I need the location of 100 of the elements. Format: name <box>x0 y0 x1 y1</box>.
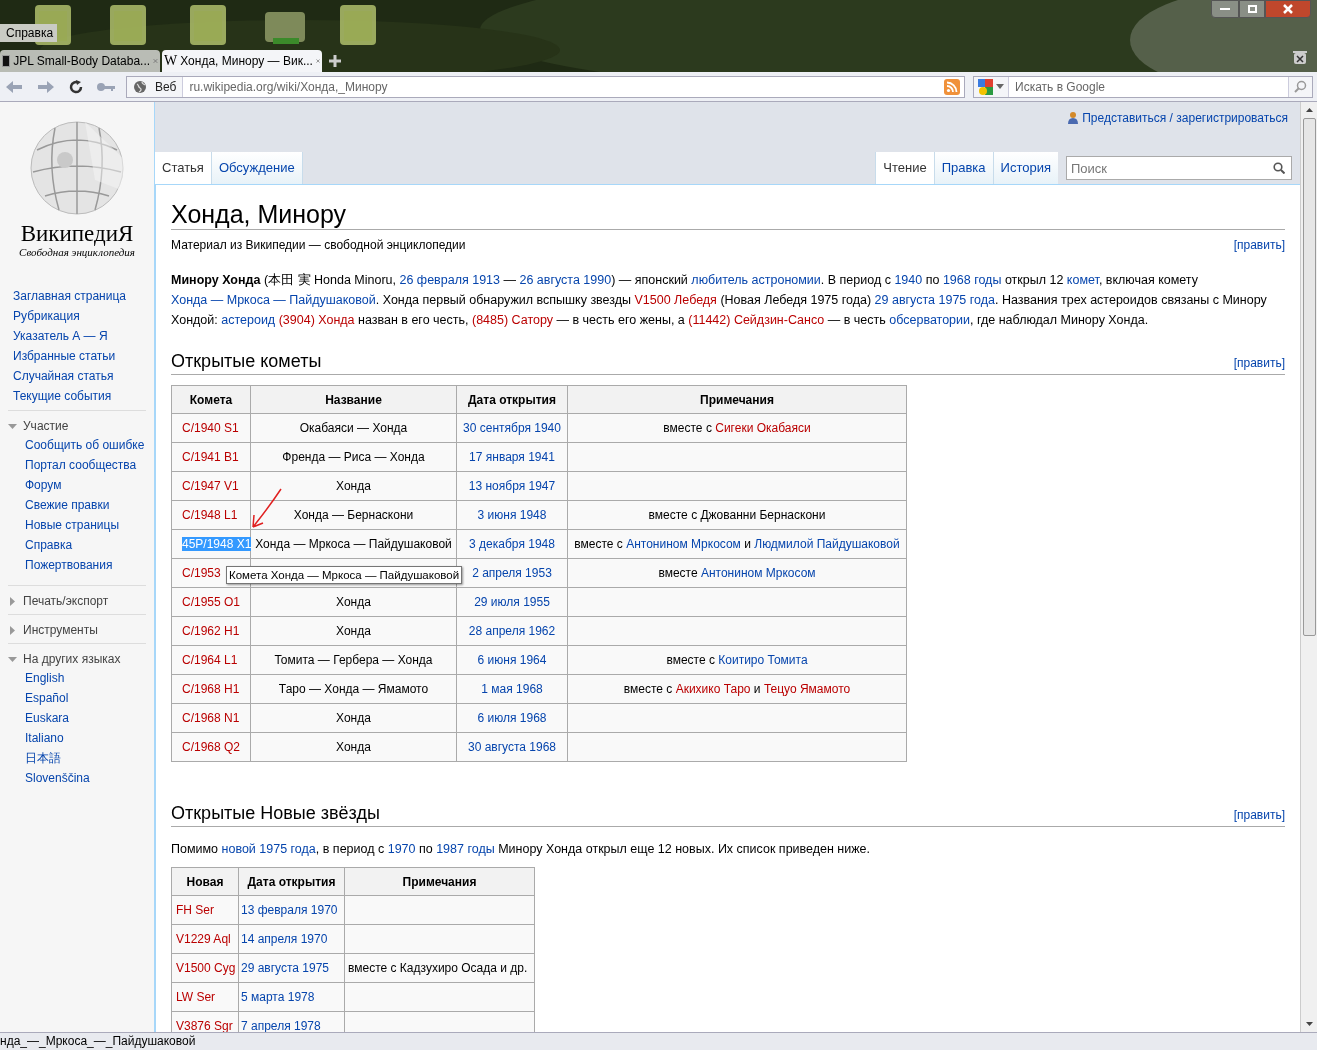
link[interactable]: 13 февраля 1970 <box>241 903 338 917</box>
search-icon[interactable] <box>1273 162 1285 174</box>
search-input[interactable]: Поиск <box>1067 157 1273 179</box>
scroll-down-icon[interactable] <box>1305 1022 1313 1026</box>
link[interactable]: 3 декабря 1948 <box>469 537 555 551</box>
link[interactable]: комет <box>1066 273 1099 287</box>
link[interactable]: 1987 годы <box>436 842 495 856</box>
link[interactable]: 3 июня 1948 <box>477 508 547 522</box>
link[interactable]: астероид <box>221 313 276 327</box>
link[interactable]: C/1968 Q2 <box>182 740 241 754</box>
link[interactable]: 1 мая 1968 <box>481 682 543 696</box>
sidebar-link[interactable]: Случайная статья <box>13 366 154 386</box>
link[interactable]: V1229 Aql <box>176 932 231 946</box>
link[interactable]: V1500 Cyg <box>176 961 236 975</box>
page-tab[interactable]: Статья <box>155 152 212 184</box>
link[interactable]: 29 июля 1955 <box>474 595 550 609</box>
link[interactable]: 17 января 1941 <box>469 450 555 464</box>
sidebar-link[interactable]: Новые страницы <box>25 515 146 535</box>
link[interactable]: C/1968 H1 <box>182 682 240 696</box>
link[interactable]: 14 апреля 1970 <box>241 932 328 946</box>
sidebar-link[interactable]: Рубрикация <box>13 306 154 326</box>
browser-tab[interactable]: JPL Small-Body Databa... <box>0 50 160 72</box>
sidebar-link[interactable]: Пожертвования <box>25 555 146 575</box>
link[interactable]: V3876 Sgr <box>176 1019 233 1032</box>
edit-link[interactable]: [править] <box>1233 354 1285 372</box>
link[interactable]: Акихико Таро <box>675 682 751 696</box>
portal-toggle[interactable]: Инструменты <box>8 621 146 639</box>
sidebar-link[interactable]: English <box>25 668 146 688</box>
sidebar-link[interactable]: Форум <box>25 475 146 495</box>
link[interactable]: C/1964 L1 <box>182 653 238 667</box>
maximize-button[interactable] <box>1239 0 1265 18</box>
scrollbar[interactable] <box>1300 102 1317 1032</box>
link[interactable]: Тецуо Ямамото <box>763 682 851 696</box>
sidebar-link[interactable]: Справка <box>25 535 146 555</box>
link[interactable]: C/1955 O1 <box>182 595 241 609</box>
link[interactable]: 1940 <box>894 273 923 287</box>
search-input[interactable]: Искать в Google <box>1009 76 1288 97</box>
link[interactable]: Хонда — Мркоса — Пайдушаковой <box>171 293 376 307</box>
sidebar-link[interactable]: Текущие события <box>13 386 154 406</box>
back-icon[interactable] <box>4 78 24 95</box>
link[interactable]: новой 1975 года <box>221 842 316 856</box>
link[interactable]: C/1953 <box>182 566 221 580</box>
link[interactable]: C/1948 L1 <box>182 508 238 522</box>
sidebar-link[interactable]: Заглавная страница <box>13 286 154 306</box>
link[interactable]: C/1941 B1 <box>182 450 239 464</box>
sidebar-link[interactable]: Портал сообщества <box>25 455 146 475</box>
link[interactable]: Антонином Мркосом <box>700 566 816 580</box>
scroll-thumb[interactable] <box>1302 118 1316 636</box>
link[interactable]: 5 марта 1978 <box>241 990 315 1004</box>
link[interactable]: (3904) Хонда <box>278 313 355 327</box>
sidebar-link[interactable]: Сообщить об ошибке <box>25 435 146 455</box>
minimize-button[interactable] <box>1211 0 1239 18</box>
page-tab[interactable]: История <box>992 152 1058 184</box>
link[interactable]: (11442) Сейдзин-Сансо <box>688 313 825 327</box>
login-link[interactable]: Представиться / зарегистрироваться <box>1082 109 1288 127</box>
sidebar-link[interactable]: Свежие правки <box>25 495 146 515</box>
trash-icon[interactable] <box>1293 50 1307 65</box>
link[interactable]: 1968 годы <box>942 273 1002 287</box>
sidebar-link[interactable]: Italiano <box>25 728 146 748</box>
reload-icon[interactable] <box>68 78 84 95</box>
link[interactable]: FH Ser <box>176 903 214 917</box>
sidebar-link[interactable]: Euskara <box>25 708 146 728</box>
forward-icon[interactable] <box>36 78 56 95</box>
dropdown-icon[interactable] <box>996 84 1004 89</box>
menu-item[interactable]: Справка <box>0 24 57 42</box>
sidebar-link[interactable]: Slovenščina <box>25 768 146 788</box>
link[interactable]: обсерватории <box>889 313 971 327</box>
browser-tab[interactable]: W Хонда, Минору — Вик... <box>162 50 322 72</box>
close-icon[interactable] <box>315 57 320 65</box>
link[interactable]: C/1962 H1 <box>182 624 240 638</box>
link[interactable]: LW Ser <box>176 990 216 1004</box>
link[interactable]: 7 апреля 1978 <box>241 1019 321 1032</box>
sidebar-link[interactable]: 日本語 <box>25 748 146 768</box>
link[interactable]: 26 августа 1990 <box>519 273 612 287</box>
link[interactable]: Антонином Мркосом <box>626 537 741 551</box>
link[interactable]: Людмилой Пайдушаковой <box>754 537 900 551</box>
close-button[interactable] <box>1265 0 1311 18</box>
edit-link[interactable]: [править] <box>1233 806 1285 824</box>
link[interactable]: 6 июля 1968 <box>477 711 547 725</box>
page-tab[interactable]: Чтение <box>875 152 934 184</box>
wiki-search-field[interactable]: Поиск <box>1066 156 1292 180</box>
link[interactable]: C/1947 V1 <box>182 479 239 493</box>
portal-toggle[interactable]: Печать/экспорт <box>8 592 146 610</box>
link[interactable]: (8485) Сатору <box>472 313 554 327</box>
sidebar-link[interactable]: Español <box>25 688 146 708</box>
link[interactable]: 1970 <box>387 842 416 856</box>
link[interactable]: 30 августа 1968 <box>467 740 556 754</box>
sidebar-link[interactable]: Избранные статьи <box>13 346 154 366</box>
google-icon[interactable] <box>978 78 994 95</box>
link[interactable]: 28 апреля 1962 <box>468 624 556 638</box>
link[interactable]: C/1968 N1 <box>182 711 240 725</box>
link[interactable]: V1500 Лебедя <box>634 293 717 307</box>
link[interactable]: Коитиро Томита <box>718 653 808 667</box>
search-field[interactable]: Искать в Google <box>973 75 1313 98</box>
portal-toggle[interactable]: Участие <box>8 417 146 435</box>
scroll-up-icon[interactable] <box>1305 108 1313 112</box>
plus-icon[interactable] <box>328 54 342 68</box>
page-tab[interactable]: Обсуждение <box>211 152 303 184</box>
link[interactable]: 29 августа 1975 <box>241 961 330 975</box>
link[interactable]: 29 августа 1975 года <box>874 293 995 307</box>
